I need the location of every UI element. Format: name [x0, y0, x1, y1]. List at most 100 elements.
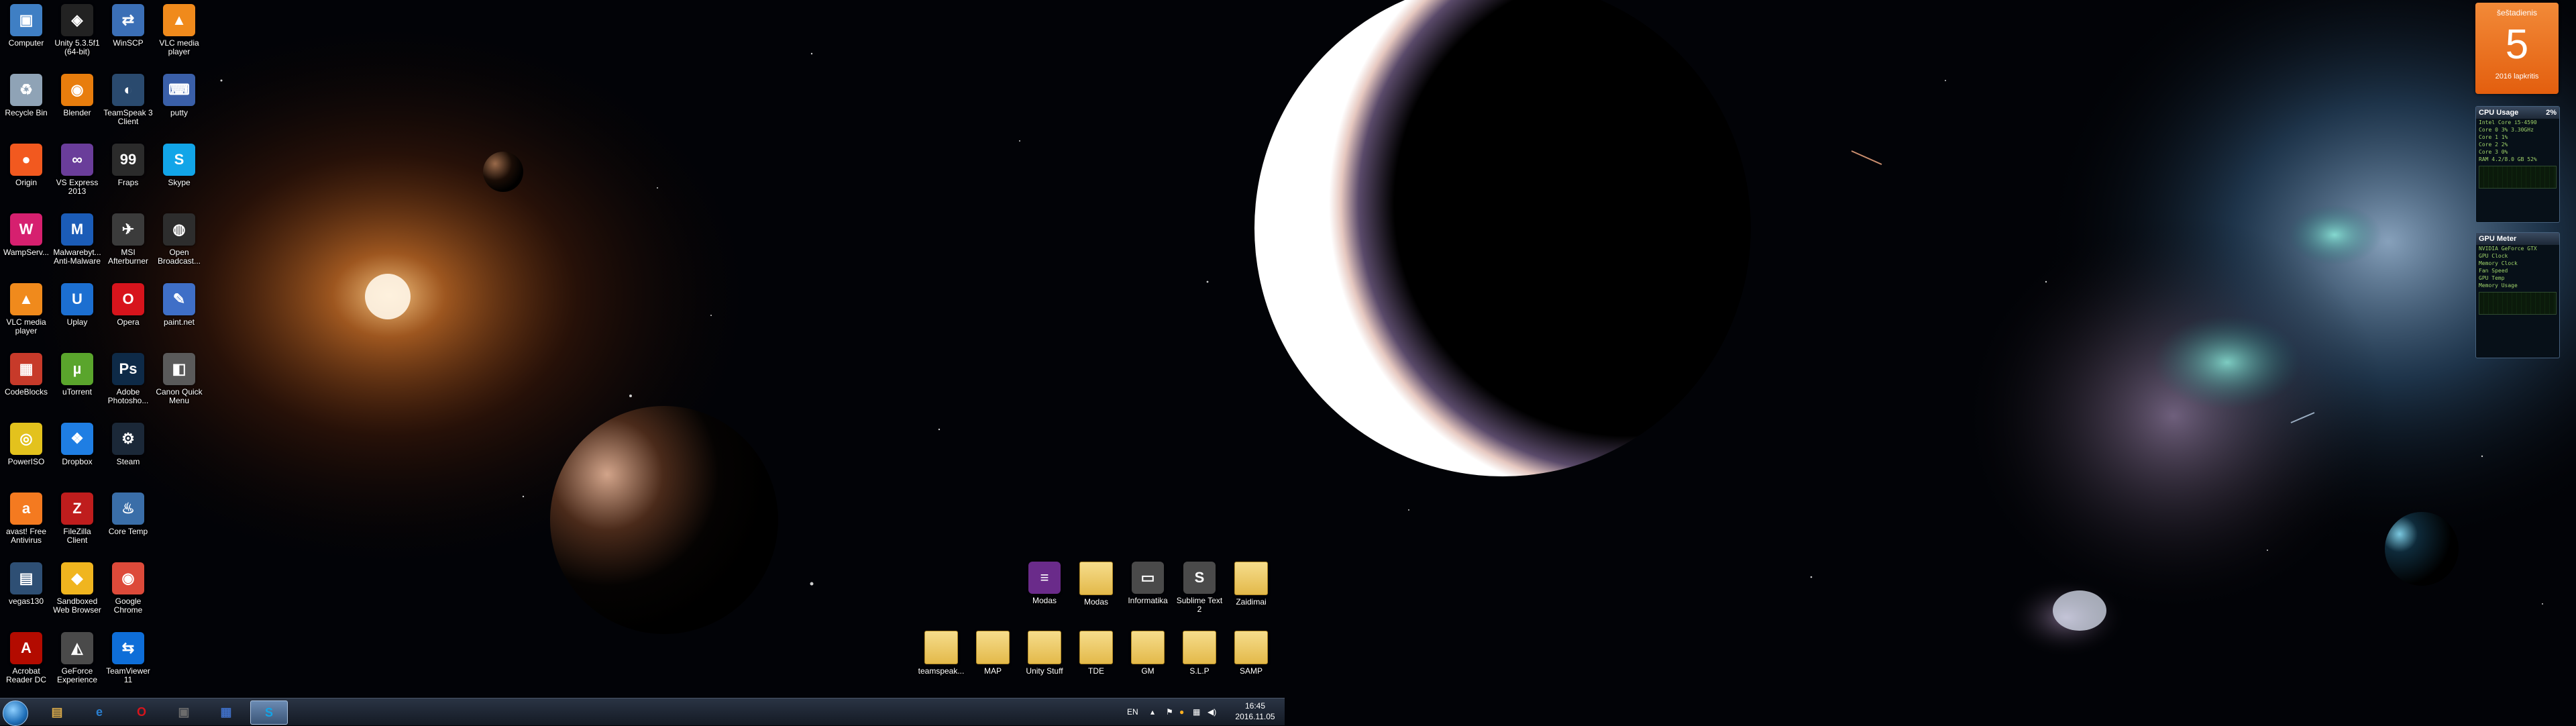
desktop-icon-modas[interactable]: Modas: [1071, 559, 1121, 626]
computer-icon: ▣: [10, 4, 42, 36]
desktop-icon-avast-free-antivirus[interactable]: a avast! Free Antivirus: [1, 490, 51, 557]
cpu-meter-gadget[interactable]: CPU Usage 2% Intel Core i5-4590 Core 0 3%…: [2475, 106, 2560, 223]
desktop-icon-winscp[interactable]: ⇄ WinSCP: [103, 1, 153, 68]
folder-icon: [1079, 562, 1113, 595]
calendar-weekday: šeštadienis: [2496, 8, 2538, 17]
desktop-icon-vs-express-2013[interactable]: ∞ VS Express 2013: [52, 141, 102, 208]
desktop-icon-gm[interactable]: GM: [1123, 628, 1173, 695]
tray-app-icon[interactable]: ●: [1179, 707, 1184, 717]
desktop-icon-label: GeForce Experience: [56, 666, 98, 684]
taskbar-skype-button[interactable]: S: [250, 701, 288, 725]
clock-date: 2016.11.05: [1235, 712, 1275, 721]
taskbar-internet-explorer-button[interactable]: e: [81, 701, 117, 723]
calendar-month-year: 2016 lapkritis: [2495, 72, 2539, 81]
obs-icon: ◍: [163, 213, 195, 246]
desktop-icon-canon-quick-menu[interactable]: ◧ Canon Quick Menu: [154, 350, 204, 417]
paint-net-icon: ✎: [163, 283, 195, 315]
desktop-icon-origin[interactable]: ● Origin: [1, 141, 51, 208]
desktop-icon-label: Fraps: [117, 178, 139, 187]
meter-row: Intel Core i5-4590: [2479, 119, 2537, 125]
language-indicator[interactable]: EN: [1127, 707, 1138, 717]
recycle-bin-icon: ♻: [10, 74, 42, 106]
meter-row: Core 3 0%: [2479, 149, 2508, 155]
desktop-icon-recycle-bin[interactable]: ♻ Recycle Bin: [1, 71, 51, 138]
desktop-icon-s-l-p[interactable]: S.L.P: [1175, 628, 1224, 695]
avast-icon: a: [10, 492, 42, 525]
desktop-icon-uplay[interactable]: U Uplay: [52, 280, 102, 348]
desktop-icon-acrobat-reader-dc[interactable]: A Acrobat Reader DC: [1, 629, 51, 696]
desktop-icon-fraps[interactable]: 99 Fraps: [103, 141, 153, 208]
folder-icon: [1234, 562, 1268, 595]
desktop-icon-unity-stuff[interactable]: Unity Stuff: [1020, 628, 1069, 695]
desktop-icon-wampserv[interactable]: W WampServ...: [1, 211, 51, 278]
desktop-icon-label: Open Broadcast...: [157, 248, 201, 266]
taskbar-opera-button[interactable]: O: [123, 701, 160, 723]
start-button[interactable]: [3, 701, 28, 726]
desktop-icon-unity-5-3-5f1-64-bit[interactable]: ◈ Unity 5.3.5f1 (64-bit): [52, 1, 102, 68]
meter-row: Fan Speed: [2479, 268, 2508, 274]
clock-time: 16:45: [1244, 701, 1266, 711]
action-center-flag-icon[interactable]: ⚑: [1166, 707, 1173, 717]
desktop-icon-codeblocks[interactable]: ▦ CodeBlocks: [1, 350, 51, 417]
meter-row: Memory Clock: [2479, 260, 2518, 266]
desktop-icon-skype[interactable]: S Skype: [154, 141, 204, 208]
folder-icon: [1234, 631, 1268, 664]
desktop-icon-label: TDE: [1088, 666, 1104, 676]
desktop-icon-label: Unity Stuff: [1026, 666, 1063, 676]
desktop-icon-vlc-media-player[interactable]: ▲ VLC media player: [1, 280, 51, 348]
desktop-icon-computer[interactable]: ▣ Computer: [1, 1, 51, 68]
desktop-icon-label: WinSCP: [113, 38, 144, 48]
canon-icon: ◧: [163, 353, 195, 385]
desktop-icon-samp[interactable]: SAMP: [1226, 628, 1276, 695]
desktop-icon-tde[interactable]: TDE: [1071, 628, 1121, 695]
internet-explorer-icon: e: [95, 705, 103, 719]
desktop-icon-malwarebyt-anti-malware[interactable]: M Malwarebyt... Anti-Malware: [52, 211, 102, 278]
skype-icon: S: [163, 144, 195, 176]
codeblocks-icon: ▦: [10, 353, 42, 385]
desktop-icon-label: MSI Afterburner: [107, 248, 149, 266]
desktop-icon-teamspeak[interactable]: teamspeak...: [916, 628, 966, 695]
desktop-icon-opera[interactable]: O Opera: [103, 280, 153, 348]
desktop-icon-label: Core Temp: [108, 527, 148, 536]
meter-row: Core 2 2%: [2479, 142, 2508, 148]
desktop-icon-paint-net[interactable]: ✎ paint.net: [154, 280, 204, 348]
volume-icon[interactable]: ◀): [1208, 707, 1216, 717]
desktop-icon-adobe-photosho[interactable]: Ps Adobe Photosho...: [103, 350, 153, 417]
desktop-icon-putty[interactable]: ⌨ putty: [154, 71, 204, 138]
desktop-icon-teamspeak-3-client[interactable]: ◐ TeamSpeak 3 Client: [103, 71, 153, 138]
desktop-icon-google-chrome[interactable]: ◉ Google Chrome: [103, 560, 153, 627]
taskbar-media-center-button[interactable]: ▣: [166, 701, 202, 723]
desktop-icon-core-temp[interactable]: ♨ Core Temp: [103, 490, 153, 557]
desktop-icon-poweriso[interactable]: ◎ PowerISO: [1, 420, 51, 487]
desktop-icon-msi-afterburner[interactable]: ✈ MSI Afterburner: [103, 211, 153, 278]
folder-icon: [1028, 631, 1061, 664]
desktop-icon-utorrent[interactable]: µ uTorrent: [52, 350, 102, 417]
winscp-icon: ⇄: [112, 4, 144, 36]
desktop-icon-vegas130[interactable]: ▤ vegas130: [1, 560, 51, 627]
network-icon[interactable]: ▦: [1193, 707, 1200, 717]
clock[interactable]: 16:45 2016.11.05: [1231, 701, 1279, 722]
desktop-icon-steam[interactable]: ⚙ Steam: [103, 420, 153, 487]
taskbar-windows-explorer-button[interactable]: ▤: [39, 701, 75, 723]
desktop-icon-zaidimai[interactable]: Zaidimai: [1226, 559, 1276, 626]
skype-icon: S: [264, 705, 273, 719]
desktop-icon-label: teamspeak...: [918, 666, 965, 676]
desktop-icon-modas[interactable]: ≡ Modas: [1020, 559, 1069, 626]
gpu-meter-gadget[interactable]: GPU Meter NVIDIA GeForce GTX GPU Clock Mem…: [2475, 232, 2560, 358]
desktop-icon-sublime-text-2[interactable]: S Sublime Text 2: [1175, 559, 1224, 626]
desktop-icon-geforce-experience[interactable]: ◭ GeForce Experience: [52, 629, 102, 696]
meter-row: NVIDIA GeForce GTX: [2479, 246, 2537, 252]
desktop-icon-dropbox[interactable]: ❖ Dropbox: [52, 420, 102, 487]
desktop-icon-informatika[interactable]: ▭ Informatika: [1123, 559, 1173, 626]
show-hidden-icons-icon[interactable]: ▴: [1150, 707, 1155, 717]
taskbar-paint-net-button[interactable]: ▦: [208, 701, 244, 723]
desktop-icon-sandboxed-web-browser[interactable]: ◆ Sandboxed Web Browser: [52, 560, 102, 627]
desktop-icon-map[interactable]: MAP: [968, 628, 1018, 695]
photoshop-icon: Ps: [112, 353, 144, 385]
desktop-icon-filezilla-client[interactable]: Z FileZilla Client: [52, 490, 102, 557]
desktop-icon-vlc-media-player[interactable]: ▲ VLC media player: [154, 1, 204, 68]
desktop-icon-open-broadcast[interactable]: ◍ Open Broadcast...: [154, 211, 204, 278]
desktop-icon-blender[interactable]: ◉ Blender: [52, 71, 102, 138]
desktop-icon-teamviewer-11[interactable]: ⇆ TeamViewer 11: [103, 629, 153, 696]
calendar-gadget[interactable]: šeštadienis 5 2016 lapkritis: [2475, 3, 2559, 94]
